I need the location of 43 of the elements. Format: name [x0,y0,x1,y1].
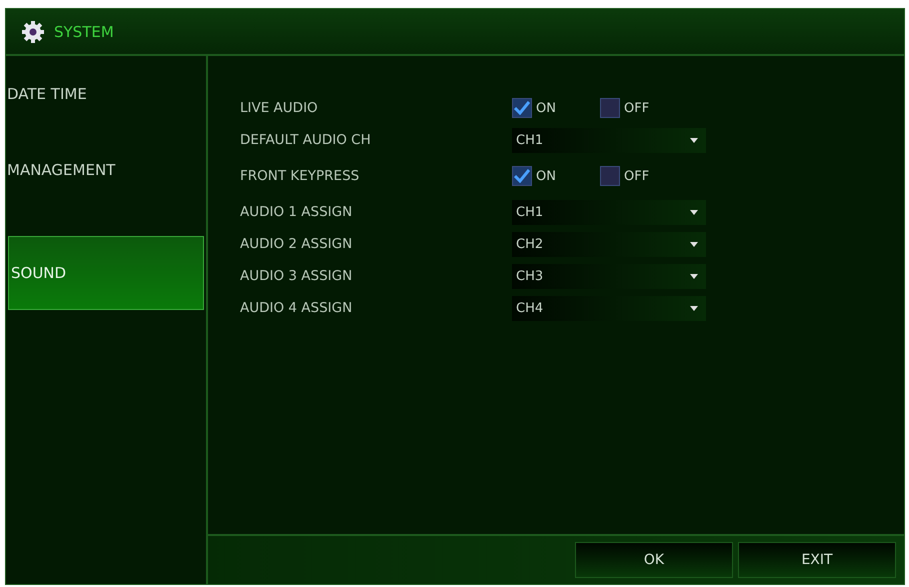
caret-icon [690,274,698,278]
caret-icon [690,242,698,246]
dropdown-value: CH2 [516,236,544,252]
checkbox-option[interactable]: OFF [600,166,688,186]
checkbox[interactable] [512,98,532,118]
checkmark-icon [514,169,530,183]
checkbox[interactable] [512,166,532,186]
sidebar-item[interactable]: SOUND [8,236,204,310]
ok-button[interactable]: OK [575,542,733,578]
caret-icon [690,306,698,310]
setting-label: AUDIO 4 ASSIGN [240,300,354,316]
checkbox[interactable] [600,98,620,118]
dropdown-value: CH1 [516,204,544,220]
checkbox[interactable] [600,166,620,186]
option-label: OFF [624,168,650,184]
option-label: ON [536,168,556,184]
dropdown[interactable]: CH1 [512,200,706,224]
caret-icon [690,138,698,142]
setting-label: AUDIO 1 ASSIGN [240,204,354,220]
option-label: ON [536,100,556,116]
checkbox-option[interactable]: ON [512,98,600,118]
sidebar-item[interactable]: DATE TIME [6,84,206,160]
sidebar-item[interactable]: MANAGEMENT [6,160,206,236]
checkbox-option[interactable]: OFF [600,98,688,118]
checkbox-option[interactable]: ON [512,166,600,186]
caret-icon [690,210,698,214]
setting-label: DEFAULT AUDIO CH [240,132,372,148]
gear-icon [22,20,44,42]
dropdown-value: CH3 [516,268,544,284]
checkmark-icon [514,101,530,115]
dropdown[interactable]: CH2 [512,232,706,256]
option-label: OFF [624,100,650,116]
setting-label: AUDIO 2 ASSIGN [240,236,354,252]
dropdown-value: CH1 [516,132,544,148]
window-title: SYSTEM [54,22,114,40]
setting-label: LIVE AUDIO [240,100,319,116]
dropdown[interactable]: CH1 [512,128,706,152]
setting-label: FRONT KEYPRESS [240,168,360,184]
dropdown[interactable]: CH3 [512,264,706,288]
dropdown-value: CH4 [516,300,544,316]
setting-label: AUDIO 3 ASSIGN [240,268,354,284]
dropdown[interactable]: CH4 [512,296,706,320]
exit-button[interactable]: EXIT [738,542,896,578]
